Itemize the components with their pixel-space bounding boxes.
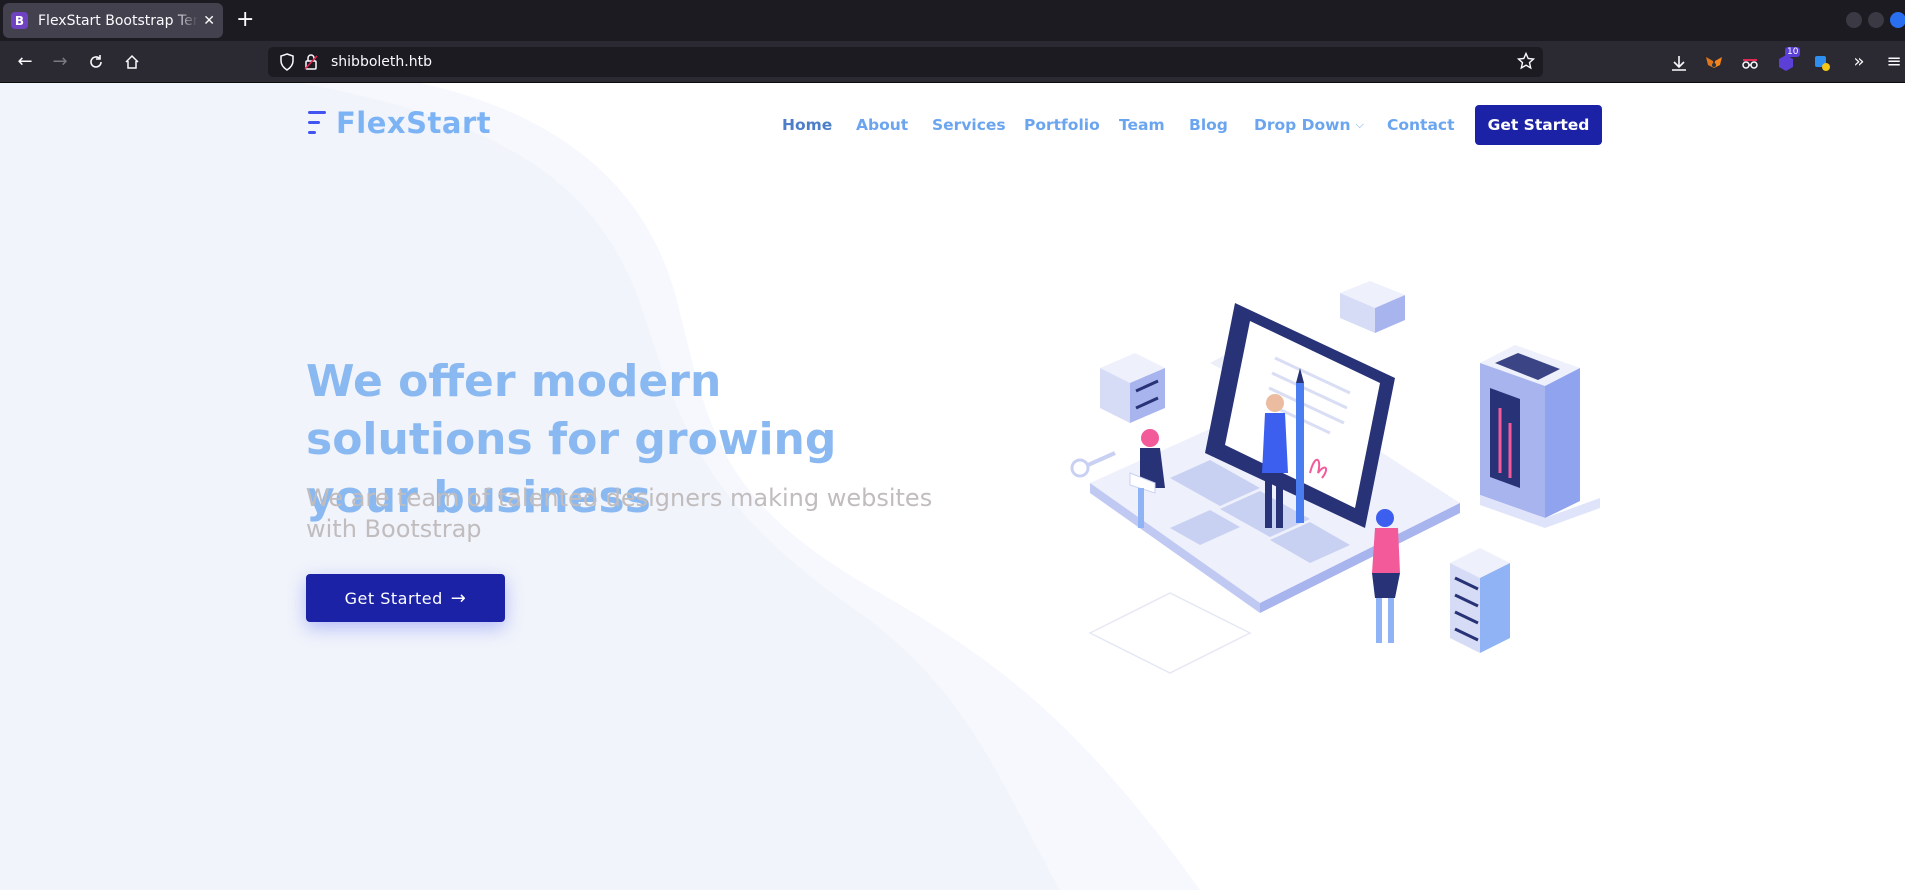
nav-home[interactable]: Home (782, 116, 832, 134)
nav-about[interactable]: About (856, 116, 908, 134)
bootstrap-favicon-icon: B (11, 12, 28, 29)
browser-navbar: ← → shibboleth.htb 10 » ≡ (0, 41, 1905, 83)
reload-icon[interactable] (83, 49, 109, 75)
metamask-fox-icon[interactable] (1704, 53, 1724, 73)
site-header: FlexStart Home About Services Portfolio … (0, 83, 1905, 167)
translate-extension-icon[interactable] (1812, 53, 1832, 73)
forward-arrow-icon[interactable]: → (47, 49, 73, 75)
nav-portfolio[interactable]: Portfolio (1024, 116, 1100, 134)
hamburger-menu-icon[interactable]: ≡ (1884, 49, 1904, 75)
nav-dropdown-label: Drop Down (1254, 116, 1351, 134)
address-bar[interactable]: shibboleth.htb (268, 47, 1543, 77)
tab-title: FlexStart Bootstrap Template (38, 12, 198, 29)
logo-text: FlexStart (336, 106, 492, 140)
nav-blog[interactable]: Blog (1189, 116, 1228, 134)
arrow-right-icon: → (450, 587, 467, 609)
hero-cta-label: Get Started (344, 588, 443, 608)
extension-badge-count: 10 (1785, 47, 1801, 57)
browser-tab-bar: B FlexStart Bootstrap Template ✕ + (0, 0, 1905, 41)
download-icon[interactable] (1669, 53, 1689, 73)
new-tab-icon[interactable]: + (236, 9, 254, 31)
header-get-started-button[interactable]: Get Started (1475, 105, 1602, 145)
chevron-down-icon: ⌵ (1355, 118, 1364, 131)
back-arrow-icon[interactable]: ← (12, 49, 38, 75)
flexstart-logo-icon (308, 111, 326, 134)
web-page: FlexStart Home About Services Portfolio … (0, 83, 1905, 890)
nav-dropdown[interactable]: Drop Down ⌵ (1254, 116, 1364, 134)
tracking-shield-icon[interactable] (279, 53, 295, 71)
hero-subtitle: We are team of talented designers making… (306, 484, 933, 543)
url-text: shibboleth.htb (331, 54, 432, 70)
maximize-window-icon[interactable] (1868, 12, 1884, 28)
close-window-icon[interactable] (1890, 12, 1905, 28)
close-tab-icon[interactable]: ✕ (203, 13, 215, 29)
insecure-lock-icon[interactable] (304, 53, 318, 71)
minimize-window-icon[interactable] (1846, 12, 1862, 28)
nav-services[interactable]: Services (932, 116, 1006, 134)
hero-illustration (1070, 281, 1600, 674)
extension-badge-icon[interactable]: 10 (1776, 47, 1801, 73)
nav-team[interactable]: Team (1119, 116, 1165, 134)
incognito-glasses-icon[interactable] (1740, 53, 1760, 73)
browser-tab[interactable]: B FlexStart Bootstrap Template ✕ (3, 3, 223, 38)
hero-get-started-button[interactable]: Get Started → (306, 574, 505, 622)
site-logo[interactable]: FlexStart (306, 106, 491, 140)
bookmark-star-icon[interactable] (1517, 52, 1535, 70)
nav-contact[interactable]: Contact (1387, 116, 1455, 134)
home-icon[interactable] (119, 49, 145, 75)
overflow-chevrons-icon[interactable]: » (1846, 49, 1872, 75)
